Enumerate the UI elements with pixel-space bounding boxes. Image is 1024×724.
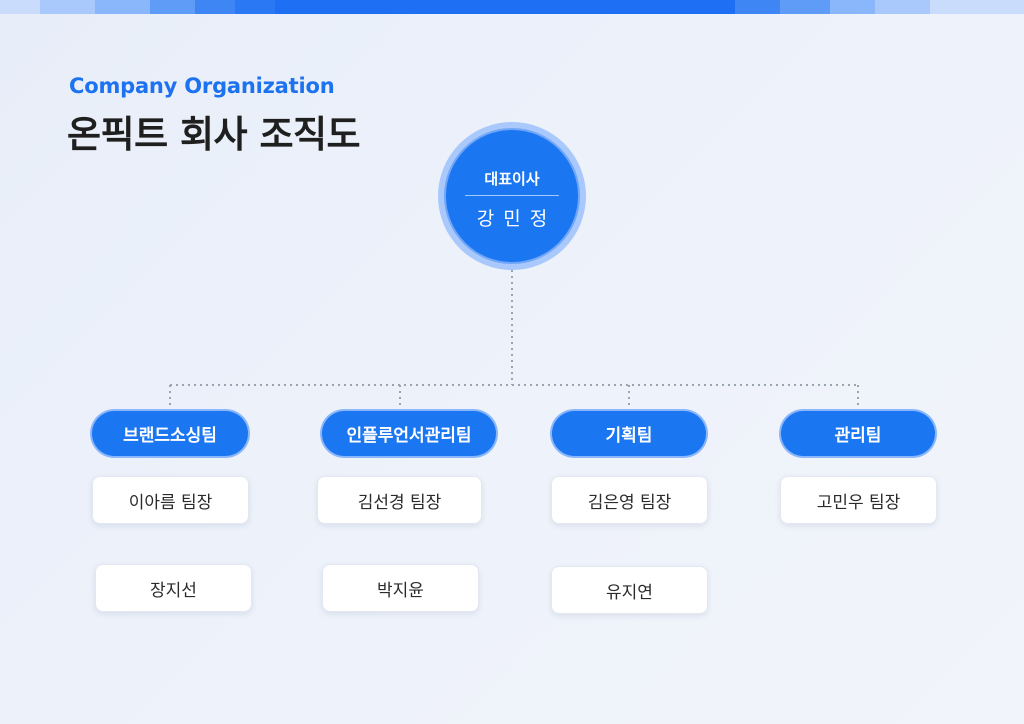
member-card[interactable]: 김은영 팀장 xyxy=(551,476,708,524)
team-influencer-management[interactable]: 인플루언서관리팀 xyxy=(322,411,496,456)
member-name: 유지연 xyxy=(606,582,653,603)
member-card[interactable]: 장지선 xyxy=(95,564,252,612)
team-label: 브랜드소싱팀 xyxy=(123,426,217,446)
member-name: 고민우 팀장 xyxy=(816,492,901,513)
ceo-role: 대표이사 xyxy=(484,170,540,188)
team-label: 관리팀 xyxy=(834,426,882,446)
member-name: 장지선 xyxy=(150,580,197,601)
page-title: 온픽트 회사 조직도 xyxy=(67,113,361,156)
team-label: 기획팀 xyxy=(605,426,653,446)
ceo-node[interactable]: 대표이사 강민정 xyxy=(446,130,578,262)
team-brand-sourcing[interactable]: 브랜드소싱팀 xyxy=(92,411,248,456)
team-planning[interactable]: 기획팀 xyxy=(552,411,706,456)
team-label: 인플루언서관리팀 xyxy=(346,426,472,446)
member-card[interactable]: 고민우 팀장 xyxy=(780,476,937,524)
member-name: 이아름 팀장 xyxy=(128,492,213,513)
ceo-divider xyxy=(465,195,559,196)
member-card[interactable]: 김선경 팀장 xyxy=(317,476,482,524)
member-card[interactable]: 이아름 팀장 xyxy=(92,476,249,524)
team-management[interactable]: 관리팀 xyxy=(781,411,935,456)
page-subtitle: Company Organization xyxy=(69,74,335,98)
member-card[interactable]: 박지윤 xyxy=(322,564,479,612)
member-name: 박지윤 xyxy=(377,580,424,601)
ceo-name: 강민정 xyxy=(476,208,557,230)
top-accent-bar xyxy=(0,0,1024,14)
member-name: 김선경 팀장 xyxy=(357,492,442,513)
member-card[interactable]: 유지연 xyxy=(551,566,708,614)
member-name: 김은영 팀장 xyxy=(587,492,672,513)
